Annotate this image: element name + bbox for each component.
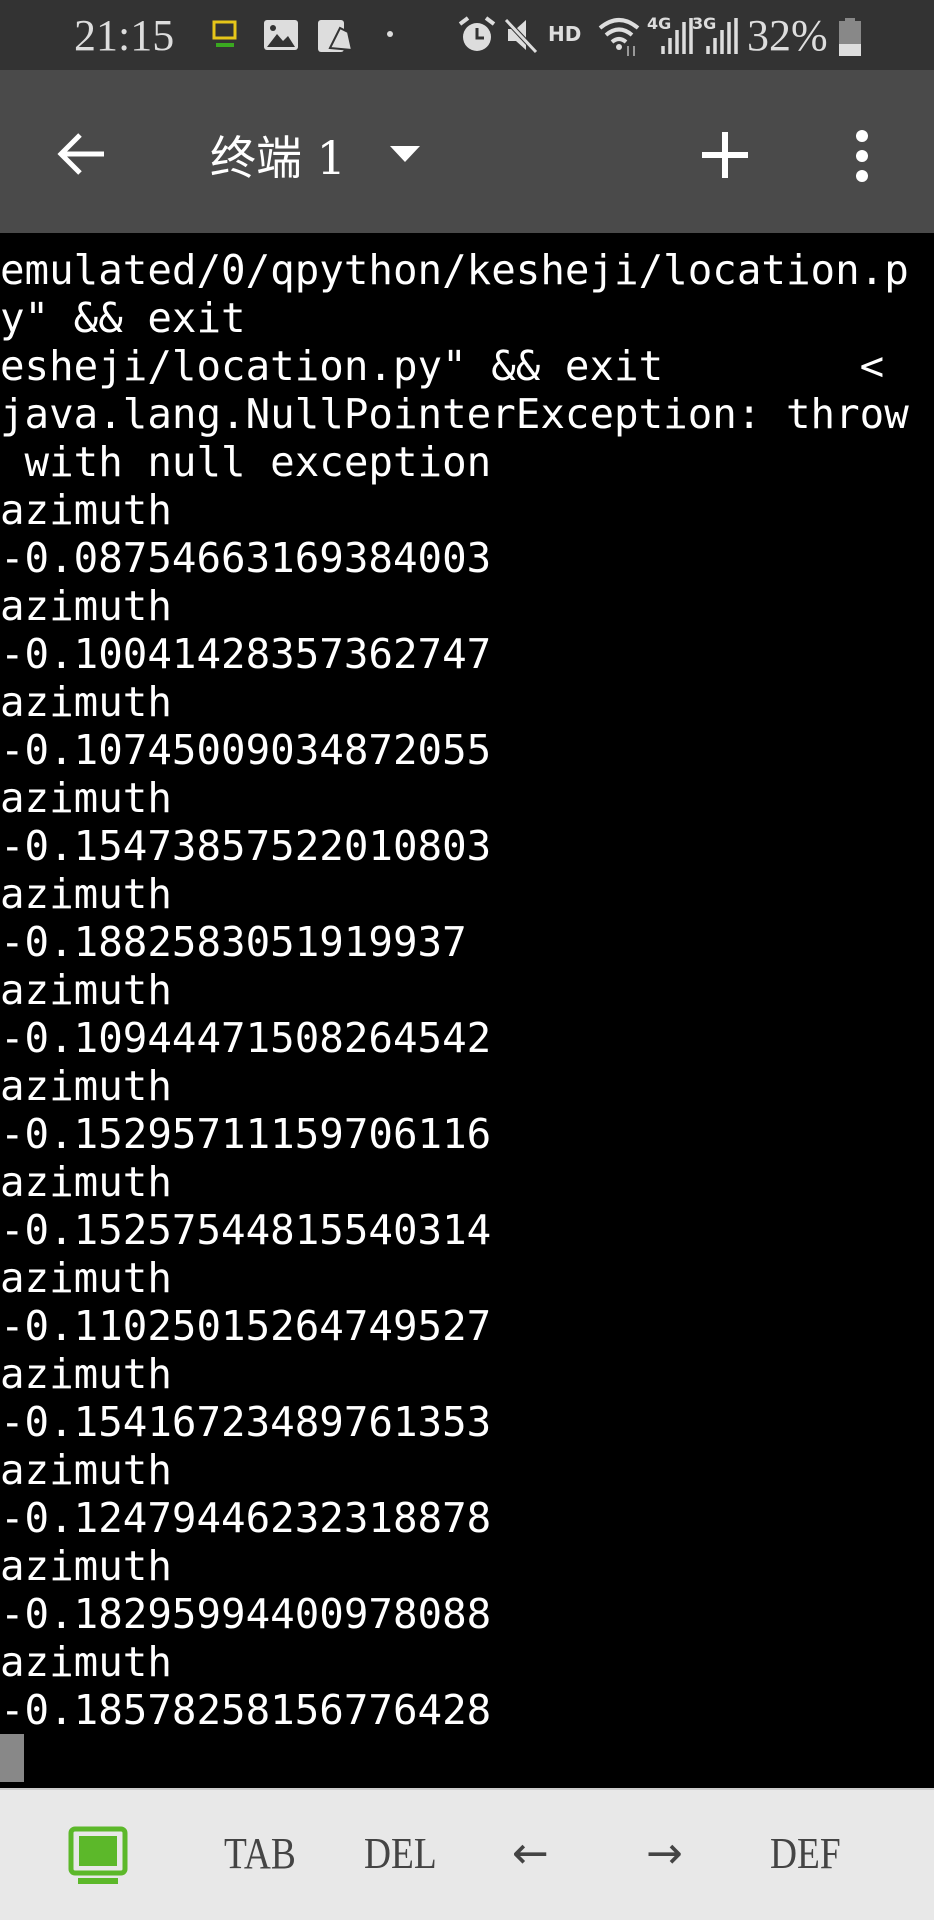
terminal-line: -0.10745009034872055 xyxy=(0,726,492,774)
left-arrow-key[interactable]: ← xyxy=(512,1828,549,1879)
terminal-line: y" && exit xyxy=(0,294,246,342)
mute-icon xyxy=(504,18,538,54)
terminal-line: -0.15257544815540314 xyxy=(0,1206,492,1254)
terminal-selector[interactable]: 终端 1 xyxy=(210,122,420,188)
terminal-cursor xyxy=(0,1734,24,1782)
dot-icon xyxy=(387,31,393,37)
signal-icon xyxy=(706,18,738,54)
battery-icon xyxy=(839,18,861,56)
terminal-line: -0.11025015264749527 xyxy=(0,1302,492,1350)
extra-keys-bar: TAB DEL ← → DEF xyxy=(0,1788,934,1920)
terminal-line: -0.08754663169384003 xyxy=(0,534,492,582)
terminal-line: -0.15473857522010803 xyxy=(0,822,492,870)
output-label-line: azimuth xyxy=(0,582,172,630)
plus-icon[interactable] xyxy=(702,132,748,178)
dropdown-triangle-icon xyxy=(389,146,420,162)
wifi-icon xyxy=(598,18,640,56)
status-bar: 21:15 HD 4G 3G 32% xyxy=(0,0,934,70)
terminal-title: 终端 1 xyxy=(210,131,346,185)
hd-label: HD xyxy=(548,22,582,46)
terminal-line: -0.1882583051919937 xyxy=(0,918,467,966)
more-vert-icon[interactable] xyxy=(852,128,872,184)
keyboard-toggle-icon[interactable] xyxy=(68,1826,130,1888)
output-label-line: azimuth xyxy=(0,1254,172,1302)
terminal-line: -0.15295711159706116 xyxy=(0,1110,492,1158)
right-arrow-key[interactable]: → xyxy=(646,1828,683,1879)
status-time: 21:15 xyxy=(74,11,175,60)
app-bar: 终端 1 xyxy=(0,70,934,233)
terminal-line: -0.18578258156776428 xyxy=(0,1686,492,1734)
output-label-line: azimuth xyxy=(0,678,172,726)
output-label-line: azimuth xyxy=(0,486,172,534)
terminal-line: -0.10041428357362747 xyxy=(0,630,492,678)
del-key[interactable]: DEL xyxy=(364,1828,437,1879)
output-label-line: azimuth xyxy=(0,1062,172,1110)
screen-icon xyxy=(212,20,237,47)
output-label-line: azimuth xyxy=(0,774,172,822)
output-label-line: azimuth xyxy=(0,870,172,918)
terminal-line: esheji/location.py" && exit < xyxy=(0,342,885,390)
edit-icon xyxy=(318,20,354,52)
battery-percent: 32% xyxy=(747,11,828,60)
tab-key[interactable]: TAB xyxy=(224,1828,296,1879)
terminal-line: emulated/0/qpython/kesheji/location.p xyxy=(0,246,909,294)
gallery-icon xyxy=(264,20,298,50)
def-key[interactable]: DEF xyxy=(770,1828,841,1879)
back-arrow-icon[interactable] xyxy=(56,132,106,176)
terminal-line: -0.15416723489761353 xyxy=(0,1398,492,1446)
output-label-line: azimuth xyxy=(0,1638,172,1686)
terminal-line: with null exception xyxy=(0,438,492,486)
alarm-icon xyxy=(458,16,496,51)
terminal-line: java.lang.NullPointerException: throw xyxy=(0,390,909,438)
output-label-line: azimuth xyxy=(0,1542,172,1590)
terminal-line: -0.12479446232318878 xyxy=(0,1494,492,1542)
terminal-output[interactable]: emulated/0/qpython/kesheji/location.p y" … xyxy=(0,233,934,1788)
terminal-line: -0.10944471508264542 xyxy=(0,1014,492,1062)
output-label-line: azimuth xyxy=(0,1350,172,1398)
output-label-line: azimuth xyxy=(0,1158,172,1206)
terminal-line: -0.18295994400978088 xyxy=(0,1590,492,1638)
output-label-line: azimuth xyxy=(0,966,172,1014)
signal-icon xyxy=(661,18,693,54)
output-label-line: azimuth xyxy=(0,1446,172,1494)
